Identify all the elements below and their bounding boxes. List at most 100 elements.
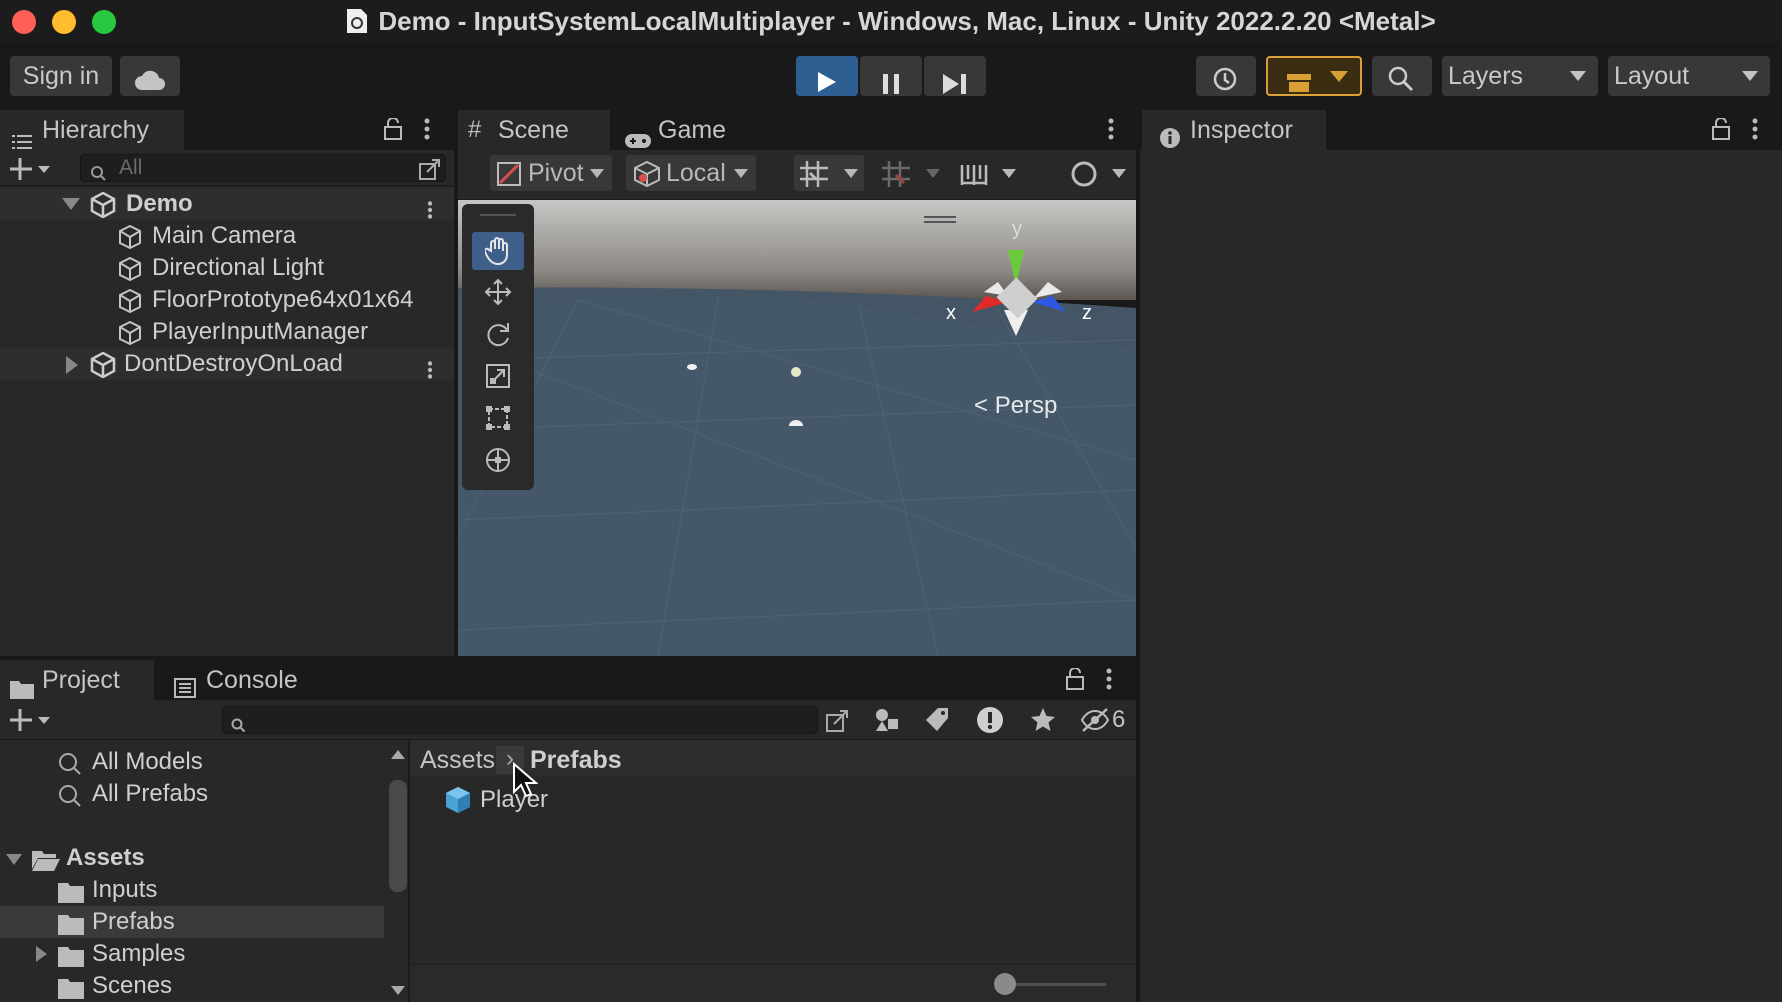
inspector-tab-bar: Inspector: [1140, 108, 1782, 150]
ruler-snap-button[interactable]: [952, 155, 1022, 191]
asset-item[interactable]: Player: [420, 782, 720, 818]
kebab-menu-icon[interactable]: [424, 118, 430, 147]
tab-scene-label: Scene: [498, 116, 569, 144]
grid-snap-button[interactable]: [794, 155, 864, 191]
icon-size-slider-thumb[interactable]: [994, 973, 1016, 995]
tab-project[interactable]: Project: [0, 660, 154, 700]
favorite-item[interactable]: All Prefabs: [0, 778, 390, 810]
pivot-dropdown[interactable]: Pivot: [490, 155, 612, 191]
hierarchy-item-label: PlayerInputManager: [152, 318, 369, 345]
foldout-closed-icon[interactable]: [36, 946, 47, 962]
breadcrumb-item[interactable]: Assets: [420, 740, 495, 780]
hand-tool-button[interactable]: [472, 232, 524, 270]
kebab-menu-icon[interactable]: [427, 356, 433, 388]
filter-by-type-icon[interactable]: [874, 707, 900, 740]
undo-history-button[interactable]: [1196, 56, 1256, 96]
scene-viewport[interactable]: y x z < Persp: [458, 200, 1136, 656]
folder-tree-item[interactable]: Inputs: [0, 874, 390, 906]
folder-tree-item[interactable]: Assets: [0, 842, 390, 874]
foldout-closed-icon[interactable]: [66, 356, 78, 374]
project-search-input[interactable]: [222, 706, 818, 734]
step-icon: [943, 66, 967, 106]
local-global-dropdown[interactable]: Local: [626, 155, 756, 191]
filter-by-label-icon[interactable]: [926, 707, 950, 740]
step-button[interactable]: [924, 56, 986, 96]
layout-dropdown[interactable]: Layout: [1608, 56, 1770, 96]
scroll-up-icon[interactable]: [391, 750, 405, 759]
folder-tree-item[interactable]: Samples: [0, 938, 390, 970]
draw-mode-dropdown[interactable]: [1062, 155, 1130, 191]
tab-game[interactable]: Game: [616, 110, 756, 150]
star-icon[interactable]: [1030, 707, 1056, 740]
favorite-item[interactable]: All Models: [0, 746, 390, 778]
hierarchy-item[interactable]: Main Camera: [0, 220, 454, 252]
cloud-button[interactable]: [120, 56, 180, 96]
increment-snap-button[interactable]: [876, 155, 946, 191]
chevron-down-icon: [844, 169, 858, 178]
search-icon: [58, 784, 82, 817]
collab-button[interactable]: [1266, 56, 1362, 96]
play-button[interactable]: [796, 56, 858, 96]
hierarchy-scene-dontdestroyonload[interactable]: DontDestroyOnLoad: [0, 348, 454, 380]
mouse-cursor-icon: [512, 761, 539, 805]
breadcrumb-item-current[interactable]: Prefabs: [530, 740, 622, 780]
sign-in-button[interactable]: Sign in: [10, 56, 112, 96]
foldout-open-icon[interactable]: [6, 854, 22, 865]
kebab-menu-icon[interactable]: [1752, 118, 1758, 147]
search-button[interactable]: [1372, 56, 1432, 96]
warning-filter-icon[interactable]: [976, 706, 1004, 741]
scrollbar-thumb[interactable]: [389, 780, 407, 892]
scene-search-icon[interactable]: [826, 708, 850, 739]
move-tool-button[interactable]: [472, 274, 524, 312]
scale-tool-button[interactable]: [472, 358, 524, 396]
kebab-menu-icon[interactable]: [1106, 668, 1112, 697]
rect-tool-button[interactable]: [472, 400, 524, 438]
drag-handle[interactable]: [480, 214, 516, 216]
folder-tree-item-selected[interactable]: Prefabs: [0, 906, 384, 938]
scroll-down-icon[interactable]: [391, 986, 405, 995]
folder-label: Prefabs: [92, 908, 175, 935]
hidden-packages-icon[interactable]: [1080, 707, 1110, 740]
icon-size-slider[interactable]: [1006, 983, 1106, 986]
tab-scene[interactable]: # Scene: [458, 110, 610, 150]
main-toolbar: Sign in Layers Layout: [0, 42, 1782, 108]
gizmo-x-label: x: [946, 302, 956, 324]
hierarchy-item-label: Demo: [126, 190, 193, 217]
pause-button[interactable]: [860, 56, 922, 96]
lock-icon[interactable]: [1712, 117, 1730, 147]
folder-label: Inputs: [92, 876, 158, 903]
rotate-tool-button[interactable]: [472, 316, 524, 354]
chevron-down-icon: [1002, 169, 1016, 178]
hierarchy-toolbar: All: [0, 150, 454, 186]
orientation-gizmo[interactable]: y x z: [946, 218, 1096, 358]
panel-divider[interactable]: [408, 740, 410, 1002]
lock-icon[interactable]: [1066, 667, 1084, 697]
tab-console[interactable]: Console: [164, 660, 324, 700]
rect-transform-icon: [484, 404, 512, 439]
grid-hash-icon: #: [468, 116, 482, 143]
tree-scrollbar[interactable]: [388, 740, 408, 1002]
layers-dropdown[interactable]: Layers: [1442, 56, 1598, 96]
search-icon: [231, 713, 247, 741]
tab-hierarchy[interactable]: Hierarchy: [0, 110, 184, 150]
transform-tool-button[interactable]: [472, 442, 524, 480]
foldout-open-icon[interactable]: [62, 198, 80, 210]
lock-icon[interactable]: [384, 117, 402, 147]
chevron-down-icon: [590, 169, 604, 178]
kebab-menu-icon[interactable]: [1108, 118, 1114, 147]
add-icon[interactable]: [10, 709, 50, 738]
hierarchy-scene-demo[interactable]: Demo: [0, 188, 454, 220]
projection-toggle[interactable]: < Persp: [974, 392, 1057, 420]
hierarchy-item[interactable]: FloorPrototype64x01x64: [0, 284, 454, 316]
folder-tree-item[interactable]: Scenes: [0, 970, 390, 1002]
pivot-label: Pivot: [528, 159, 584, 187]
scene-visibility-icon[interactable]: [419, 158, 441, 187]
favorite-label: All Models: [92, 748, 203, 775]
hand-icon: [483, 237, 511, 272]
hierarchy-search-input[interactable]: All: [80, 154, 446, 182]
hierarchy-item[interactable]: PlayerInputManager: [0, 316, 454, 348]
cloud-icon: [134, 64, 166, 104]
tab-inspector[interactable]: Inspector: [1142, 110, 1326, 150]
hierarchy-item[interactable]: Directional Light: [0, 252, 454, 284]
add-icon[interactable]: [10, 158, 50, 187]
